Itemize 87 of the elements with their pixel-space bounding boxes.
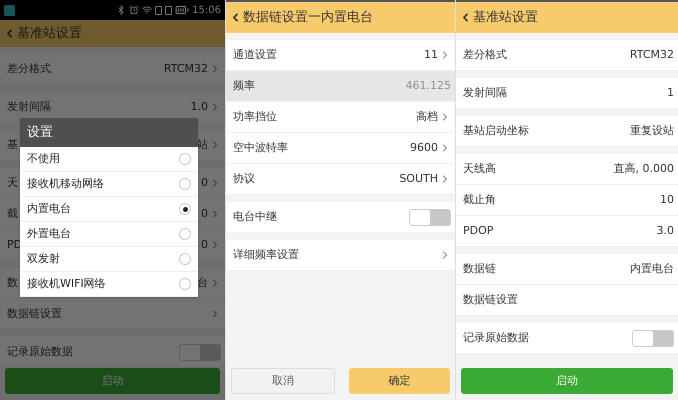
option-label: 接收机移动网络	[27, 176, 104, 192]
row-value: RTCM32	[164, 60, 208, 77]
toggle-switch[interactable]	[409, 208, 451, 226]
settings-row[interactable]: 截止角 10	[456, 185, 678, 216]
row-value: 0	[201, 236, 208, 253]
row-value: 1.0	[190, 98, 208, 115]
row-label: 差分格式	[463, 46, 507, 63]
radio-option[interactable]: 双发射	[20, 247, 198, 272]
row-value: 高档	[416, 108, 438, 125]
settings-row[interactable]: 数据链 内置电台	[456, 254, 678, 285]
bluetooth-icon	[116, 5, 126, 15]
settings-row[interactable]: 记录原始数据	[0, 337, 225, 368]
settings-row[interactable]: 电台中继	[226, 202, 455, 233]
option-label: 外置电台	[27, 226, 71, 242]
action-button[interactable]: 确定	[348, 368, 450, 394]
status-time: 15:06	[192, 4, 221, 18]
row-value: 461.125	[406, 78, 451, 94]
row-value: SOUTH	[399, 170, 438, 187]
settings-row[interactable]: 基站启动坐标 重复设站	[456, 116, 678, 147]
screen-title: 基准站设置	[17, 24, 82, 43]
radio-option[interactable]: 内置电台	[20, 197, 198, 222]
row-label: 电台中继	[233, 208, 277, 225]
row-value: 台	[197, 274, 208, 291]
row-value: 重复设站	[630, 122, 674, 139]
row-label: 通道设置	[233, 46, 277, 63]
screen-title: 数据链设置一内置电台	[243, 8, 373, 27]
settings-row[interactable]: PDOP 3.0	[456, 216, 678, 247]
row-label: 发射间隔	[7, 98, 51, 115]
settings-row[interactable]: 天线高 直高, 0.000	[456, 154, 678, 185]
settings-row[interactable]: 数据链设置	[0, 299, 225, 330]
settings-row[interactable]: 详细频率设置	[226, 240, 455, 271]
row-label: 功率挡位	[233, 108, 277, 125]
radio-option[interactable]: 外置电台	[20, 222, 198, 247]
battery-icon	[175, 3, 190, 17]
radio-option[interactable]: 不使用	[20, 147, 198, 172]
screen-title: 基准站设置	[473, 8, 538, 27]
row-label: 数据链设置	[7, 306, 62, 322]
row-label: 截	[7, 206, 18, 222]
row-label: 差分格式	[7, 60, 51, 77]
row-label: 发射间隔	[463, 84, 507, 101]
row-value: 内置电台	[630, 260, 674, 277]
action-button[interactable]: 取消	[231, 368, 334, 394]
option-label: 内置电台	[27, 200, 71, 217]
row-value: 10	[660, 192, 674, 208]
row-label: 天	[7, 174, 18, 191]
settings-row[interactable]: 功率挡位 高档	[226, 102, 455, 133]
row-label: 天线高	[463, 160, 496, 177]
wifi-icon	[142, 5, 152, 15]
radio-option[interactable]: 接收机WIFI网络	[20, 272, 198, 297]
settings-row[interactable]: 记录原始数据	[456, 323, 678, 354]
toggle-switch[interactable]	[632, 330, 674, 346]
settings-row[interactable]: 通道设置 11	[226, 40, 455, 71]
row-value: RTCM32	[630, 46, 674, 63]
row-label: 空中波特率	[233, 140, 288, 156]
settings-row[interactable]: 协议 SOUTH	[226, 164, 455, 195]
row-label: 频率	[233, 78, 255, 94]
toggle-switch[interactable]	[179, 344, 221, 360]
settings-row[interactable]: 发射间隔 1	[456, 78, 678, 109]
row-value: 9600	[410, 140, 438, 156]
radio-option[interactable]: 接收机移动网络	[20, 172, 198, 197]
dialog-title: 设置	[27, 124, 53, 142]
row-label: 截止角	[463, 192, 496, 208]
option-label: 接收机WIFI网络	[27, 276, 106, 292]
row-label: 数据链设置	[463, 292, 518, 308]
row-label: 数据链	[463, 260, 496, 277]
row-label: 基站启动坐标	[463, 122, 529, 139]
alarm-icon	[129, 5, 140, 15]
row-label: 记录原始数据	[463, 330, 529, 346]
row-label: 详细频率设置	[233, 246, 299, 263]
settings-row[interactable]: 数据链设置	[456, 285, 678, 316]
option-label: 双发射	[27, 250, 60, 267]
row-label: 记录原始数据	[7, 344, 73, 360]
row-value: 11	[424, 46, 438, 63]
row-label: 基	[7, 136, 18, 153]
settings-row[interactable]: 差分格式 RTCM32	[0, 54, 225, 85]
row-value: 直高, 0.000	[614, 160, 674, 177]
row-value: 3.0	[656, 222, 674, 239]
settings-row[interactable]: 差分格式 RTCM32	[456, 40, 678, 71]
row-label: PDOP	[463, 222, 494, 239]
row-value: 1	[667, 84, 674, 101]
row-label: 协议	[233, 170, 255, 187]
row-value: 0	[201, 206, 208, 222]
row-value: 0	[201, 174, 208, 191]
option-label: 不使用	[27, 150, 60, 167]
row-label: 数	[7, 274, 18, 291]
app-icon	[4, 4, 15, 16]
settings-row[interactable]: 空中波特率 9600	[226, 133, 455, 164]
